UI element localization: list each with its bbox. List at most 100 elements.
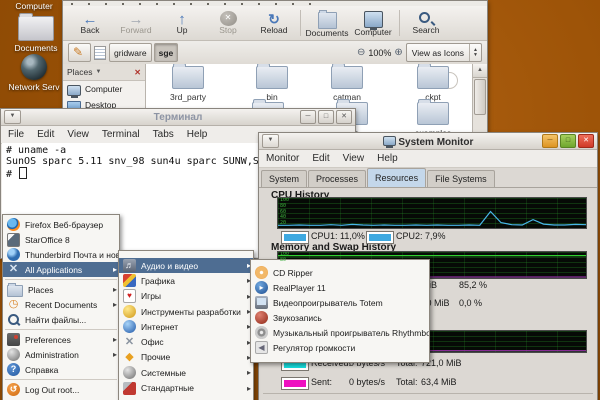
menu-audio-item-4[interactable]: Музыкальный проигрыватель Rhythmbox <box>251 325 429 340</box>
menu-item-label: Places <box>28 285 54 295</box>
terminal-titlebar[interactable]: ▼ Терминал ─ □ ✕ <box>1 109 355 126</box>
toolbar-button-up[interactable]: Up <box>159 11 205 35</box>
menu-main-item-0[interactable]: Firefox Веб-браузер <box>3 217 119 232</box>
menu-apps-item-5[interactable]: Офис▸ <box>119 334 253 349</box>
notes-icon[interactable] <box>94 46 106 60</box>
submenu-arrow-icon: ▸ <box>113 300 117 309</box>
places-header[interactable]: Places ▼ ✕ <box>63 64 145 81</box>
audio-video-submenu: CD Ripper RealPlayer 11Видеопроигрыватель… <box>250 259 430 363</box>
zoom-in-icon[interactable]: ⊕ <box>394 48 402 58</box>
menu-item-label: Инструменты разработки <box>141 307 241 317</box>
menu-main-item-11[interactable]: Справка <box>3 362 119 377</box>
toolbar-button-documents[interactable]: Documents <box>304 9 350 38</box>
folder-ckpt[interactable]: ckpt <box>401 66 465 102</box>
menu-main-item-2[interactable]: Thunderbird Почта и новости <box>3 247 119 262</box>
path-button-sge[interactable]: sge <box>154 43 179 62</box>
close-button[interactable]: ✕ <box>578 134 594 148</box>
menu-main-item-13[interactable]: Log Out root... <box>3 382 119 397</box>
view-mode-select[interactable]: View as Icons ▲▼ <box>406 43 482 62</box>
menu-main-item-9[interactable]: Preferences▸ <box>3 332 119 347</box>
window-menu-icon[interactable]: ▼ <box>262 134 279 148</box>
sidebar-item-computer[interactable]: Computer <box>63 81 145 97</box>
tab-system[interactable]: System <box>261 170 307 187</box>
maximize-button[interactable]: □ <box>318 110 334 124</box>
edit-location-button[interactable] <box>68 43 91 62</box>
path-button-gridware[interactable]: gridware <box>109 43 152 62</box>
all-applications-submenu: Аудио и видео▸Графика▸Игры▸Инструменты р… <box>118 250 254 400</box>
tabstrip: SystemProcessesResourcesFile Systems <box>259 168 597 188</box>
terminal-menu-edit[interactable]: Edit <box>37 129 54 140</box>
menu-main-item-6[interactable]: Recent Documents▸ <box>3 297 119 312</box>
computer-small-icon <box>67 85 81 96</box>
monitor-menu-help[interactable]: Help <box>377 153 398 164</box>
menu-apps-item-2[interactable]: Игры▸ <box>119 289 253 304</box>
toolbar-button-back[interactable]: Back <box>67 11 113 35</box>
terminal-menu-view[interactable]: View <box>67 129 89 140</box>
terminal-menu-terminal[interactable]: Terminal <box>102 129 140 140</box>
menu-apps-item-1[interactable]: Графика▸ <box>119 273 253 288</box>
maximize-button[interactable]: □ <box>560 134 576 148</box>
menu-apps-item-3[interactable]: Инструменты разработки▸ <box>119 304 253 319</box>
menu-item-label: Прочие <box>141 352 170 362</box>
menu-main-item-3[interactable]: All Applications▸ <box>3 262 119 277</box>
toolbar-button-computer[interactable]: Computer <box>350 9 396 37</box>
submenu-arrow-icon: ▸ <box>113 265 117 274</box>
tab-resources[interactable]: Resources <box>367 168 426 187</box>
monitor-menu-edit[interactable]: Edit <box>312 153 329 164</box>
tab-processes[interactable]: Processes <box>308 170 366 187</box>
menu-apps-item-8[interactable]: Стандартные▸ <box>119 380 253 395</box>
path-buttons: gridwaresge <box>109 43 178 62</box>
toolbar-button-forward[interactable]: Forward <box>113 11 159 35</box>
toolbar-button-reload[interactable]: Reload <box>251 11 297 35</box>
close-sidebar-icon[interactable]: ✕ <box>134 68 141 77</box>
totem-icon <box>255 296 268 309</box>
cpu1-legend: CPU1: 11,0% <box>311 231 365 241</box>
menu-item-label: CD Ripper <box>273 268 313 278</box>
folder-bin[interactable]: bin <box>240 66 304 102</box>
window-menu-icon[interactable]: ▼ <box>4 110 21 124</box>
terminal-menu-file[interactable]: File <box>8 129 24 140</box>
menu-apps-item-0[interactable]: Аудио и видео▸ <box>119 258 253 273</box>
menu-audio-item-1[interactable]: RealPlayer 11 <box>251 280 429 295</box>
menu-apps-item-6[interactable]: Прочие▸ <box>119 350 253 365</box>
zoom-level: 100% <box>368 48 391 58</box>
menu-main-item-1[interactable]: StarOffice 8 <box>3 232 119 247</box>
cpu2-legend: CPU2: 7,9% <box>396 231 446 241</box>
spinner-icon: ▲▼ <box>469 44 481 61</box>
terminal-menu-help[interactable]: Help <box>187 129 208 140</box>
menu-apps-item-4[interactable]: Интернет▸ <box>119 319 253 334</box>
folder-3rd_party[interactable]: 3rd_party <box>156 66 220 102</box>
stop-icon <box>220 11 237 26</box>
system-monitor-titlebar[interactable]: ▼ System Monitor ─ □ ✕ <box>259 133 597 150</box>
submenu-arrow-icon: ▸ <box>113 285 117 294</box>
menu-audio-item-3[interactable]: Звукозапись <box>251 310 429 325</box>
menu-apps-item-7[interactable]: Системные▸ <box>119 365 253 380</box>
toolbar-button-search[interactable]: Search <box>403 11 449 35</box>
minimize-button[interactable]: ─ <box>300 110 316 124</box>
close-button[interactable]: ✕ <box>336 110 352 124</box>
menu-audio-item-5[interactable]: Регулятор громкости <box>251 340 429 355</box>
minimize-button[interactable]: ─ <box>542 134 558 148</box>
system-icon <box>123 366 136 379</box>
desktop-icon-1[interactable]: Documents <box>8 16 64 53</box>
toolbar-button-label: Reload <box>261 26 288 35</box>
menu-main-item-10[interactable]: Administration▸ <box>3 347 119 362</box>
toolbar-button-stop[interactable]: Stop <box>205 11 251 35</box>
menu-main-item-5[interactable]: Places ▸ <box>3 282 119 297</box>
desktop-icon-0[interactable]: Computer <box>6 0 62 11</box>
cpu-history-graph: 10080604020 <box>277 197 587 229</box>
desktop-icon-2[interactable]: Network Serv <box>6 54 62 92</box>
folder-icon <box>172 66 204 89</box>
scroll-up-icon[interactable]: ▲ <box>473 64 487 78</box>
zoom-out-icon[interactable]: ⊖ <box>357 48 365 58</box>
menu-main-item-7[interactable]: Найти файлы... <box>3 312 119 327</box>
monitor-menu-view[interactable]: View <box>343 153 365 164</box>
scrollbar-thumb[interactable] <box>474 79 486 115</box>
menu-audio-item-0[interactable]: CD Ripper <box>251 265 429 280</box>
menu-audio-item-2[interactable]: Видеопроигрыватель Totem <box>251 295 429 310</box>
sent-legend-2: Total: <box>396 377 418 387</box>
terminal-menu-tabs[interactable]: Tabs <box>153 129 174 140</box>
monitor-menu-monitor[interactable]: Monitor <box>266 153 299 164</box>
folder-catman[interactable]: catman <box>315 66 379 102</box>
tab-file-systems[interactable]: File Systems <box>427 170 495 187</box>
